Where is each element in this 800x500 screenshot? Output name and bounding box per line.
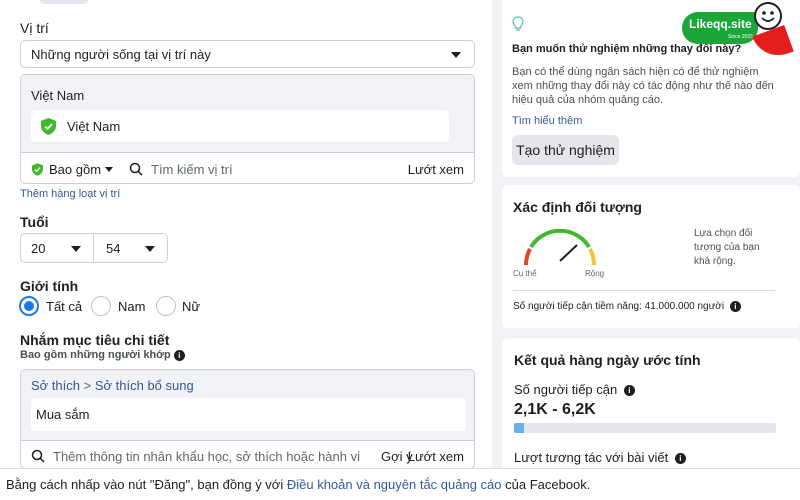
terms-suffix: của Facebook.: [501, 477, 591, 492]
info-icon[interactable]: i: [674, 453, 686, 465]
learn-more-link[interactable]: Tìm hiểu thêm: [512, 115, 582, 127]
location-search-input[interactable]: Tìm kiếm vị trí: [151, 162, 233, 177]
location-pin-icon: [41, 118, 56, 135]
targeting-panel: Vị trí Những người sống tại vị trí này V…: [0, 0, 492, 469]
location-search-row: Bao gồm Tìm kiếm vị trí Lướt xem: [21, 152, 474, 183]
reach-label: Số người tiếp cận: [514, 382, 618, 397]
terms-prefix: Bằng cách nhấp vào nút "Đăng", bạn đồng …: [6, 477, 287, 492]
location-mode-select[interactable]: Những người sống tại vị trí này: [20, 40, 475, 68]
interest-breadcrumb: Sở thích > Sở thích bổ sung: [31, 378, 194, 393]
bulk-add-locations-link[interactable]: Thêm hàng loạt vị trí: [20, 188, 120, 200]
terms-link[interactable]: Điều khoản và nguyên tắc quảng cáo: [287, 477, 502, 492]
experiment-title: Bạn muốn thử nghiệm những thay đổi này?: [512, 43, 742, 55]
location-chip[interactable]: Việt Nam: [31, 110, 449, 142]
location-list: Việt Nam Việt Nam: [21, 75, 474, 152]
chevron-down-icon: [71, 246, 81, 252]
gender-all-label: Tất cả: [46, 299, 83, 314]
interest-search-row: Thêm thông tin nhân khẩu học, sở thích h…: [21, 440, 474, 468]
breadcrumb-separator: >: [83, 378, 92, 393]
search-icon: [31, 449, 45, 463]
interest-box: Sở thích > Sở thích bổ sung Mua sắm Thêm…: [20, 369, 475, 469]
audience-definition-card: Xác định đối tượng Cụ thể Rộng Lựa chọn …: [502, 185, 800, 328]
engagement-label-row: Lượt tương tác với bài viết i: [514, 450, 686, 465]
chevron-down-icon: [145, 246, 155, 252]
reach-label-row: Số người tiếp cận i: [514, 382, 635, 397]
location-group-title: Việt Nam: [31, 88, 85, 103]
reach-value: 2,1K - 6,2K: [514, 401, 596, 418]
potential-reach-text: Số người tiếp cận tiềm năng: 41.000.000 …: [513, 301, 725, 313]
include-dropdown[interactable]: Bao gồm: [49, 162, 101, 177]
divider: [513, 290, 775, 291]
logo-text: Likeqq.site: [689, 17, 752, 31]
age-max-select[interactable]: 54: [93, 233, 168, 263]
info-icon[interactable]: i: [173, 349, 185, 361]
potential-reach: Số người tiếp cận tiềm năng: 41.000.000 …: [513, 301, 741, 312]
gender-female-radio[interactable]: [156, 296, 176, 316]
chevron-down-icon: [451, 52, 461, 58]
audience-description: Lựa chọn đối tượng của bạn khá rộng.: [694, 228, 760, 267]
include-shield-icon: [32, 163, 43, 176]
gender-label: Giới tính: [20, 278, 79, 294]
location-box: Việt Nam Việt Nam Bao gồm Tìm kiếm vị tr…: [20, 74, 475, 184]
terms-footer: Bằng cách nhấp vào nút "Đăng", bạn đồng …: [0, 468, 800, 500]
create-experiment-button[interactable]: Tạo thử nghiệm: [512, 135, 619, 165]
daily-results-card: Kết quả hàng ngày ước tính Số người tiếp…: [502, 338, 800, 478]
gender-all-radio[interactable]: [19, 296, 39, 316]
reach-progress-bar: [514, 423, 776, 433]
interest-chip-label: Mua sắm: [36, 407, 90, 422]
gender-male-label: Nam: [118, 299, 146, 314]
detailed-include-text: Bao gồm những người khớp: [20, 349, 171, 361]
include-chevron-icon: [105, 167, 113, 172]
location-chip-label: Việt Nam: [67, 119, 121, 134]
interest-chip[interactable]: Mua sắm: [31, 398, 466, 431]
info-icon[interactable]: i: [623, 385, 635, 397]
smiley-icon: [754, 2, 782, 30]
gauge-broad-label: Rộng: [585, 269, 605, 278]
search-icon: [129, 162, 143, 176]
experiment-description: Bạn có thể dùng ngân sách hiện có để thử…: [512, 66, 774, 106]
age-min-select[interactable]: 20: [20, 233, 94, 263]
detailed-include-label: Bao gồm những người khớp i: [20, 349, 185, 361]
gauge-specific-label: Cụ thể: [513, 269, 537, 278]
lightbulb-icon: [512, 16, 524, 31]
audience-gauge: [524, 228, 596, 266]
location-label: Vị trí: [20, 20, 49, 36]
interest-search-input[interactable]: Thêm thông tin nhân khẩu học, sở thích h…: [53, 449, 360, 464]
reach-progress-fill: [514, 423, 525, 433]
logo-subtext: Since 2015: [728, 34, 754, 40]
interest-list: Sở thích > Sở thích bổ sung Mua sắm: [21, 370, 474, 440]
info-icon[interactable]: i: [729, 301, 741, 312]
location-browse-button[interactable]: Lướt xem: [408, 162, 464, 177]
age-max-value: 54: [106, 240, 121, 256]
breadcrumb-interests[interactable]: Sở thích: [31, 378, 80, 393]
age-label: Tuổi: [20, 214, 49, 230]
detailed-targeting-label: Nhắm mục tiêu chi tiết: [20, 332, 170, 348]
engagement-label: Lượt tương tác với bài viết: [514, 450, 669, 465]
site-logo: Likeqq.site Since 2015: [682, 12, 758, 44]
top-button-stub[interactable]: [40, 0, 88, 4]
audience-title: Xác định đối tượng: [513, 199, 642, 215]
age-min-value: 20: [31, 240, 46, 256]
gender-male-radio[interactable]: [91, 296, 111, 316]
location-mode-value: Những người sống tại vị trí này: [31, 46, 211, 62]
interest-browse-button[interactable]: Lướt xem: [408, 449, 464, 464]
results-title: Kết quả hàng ngày ước tính: [514, 352, 701, 368]
breadcrumb-additional-interests[interactable]: Sở thích bổ sung: [95, 378, 194, 393]
gender-female-label: Nữ: [182, 299, 201, 314]
